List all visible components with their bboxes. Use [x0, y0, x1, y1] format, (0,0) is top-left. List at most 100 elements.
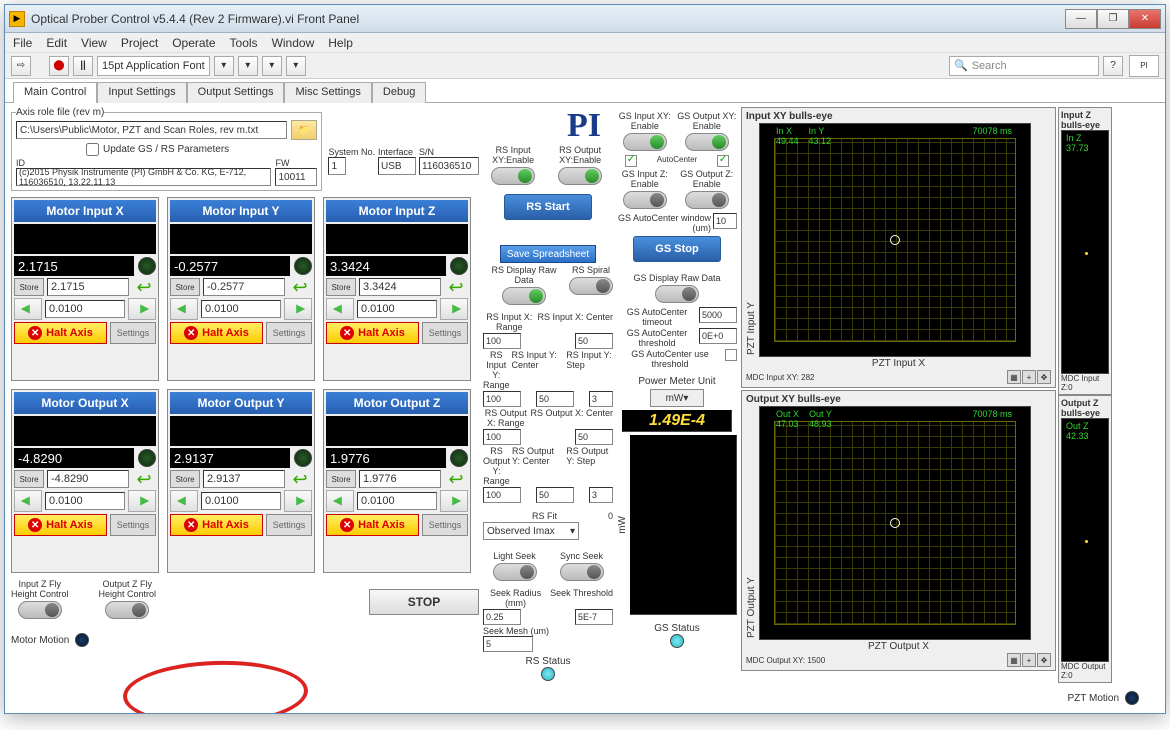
jog-right-button[interactable]: [440, 490, 468, 512]
rs-input-xy-enable[interactable]: [491, 167, 535, 185]
rs-spiral-switch[interactable]: [569, 277, 613, 295]
font-selector[interactable]: 15pt Application Font: [97, 56, 210, 76]
rs-output-xy-enable[interactable]: [558, 167, 602, 185]
menu-view[interactable]: View: [81, 36, 107, 50]
store-button[interactable]: Store: [14, 470, 44, 488]
axis-settings-button[interactable]: Settings: [110, 514, 156, 536]
axis-settings-button[interactable]: Settings: [266, 514, 312, 536]
tab-main[interactable]: Main Control: [13, 82, 97, 103]
go-icon[interactable]: ↩: [288, 278, 312, 296]
pause-button[interactable]: ||: [73, 56, 93, 76]
halt-axis-button[interactable]: ✕Halt Axis: [14, 322, 107, 344]
halt-axis-button[interactable]: ✕Halt Axis: [326, 322, 419, 344]
store-button[interactable]: Store: [170, 278, 200, 296]
search-input[interactable]: 🔍 Search: [949, 56, 1099, 76]
menu-project[interactable]: Project: [121, 36, 158, 50]
jog-left-button[interactable]: [14, 490, 42, 512]
jog-left-button[interactable]: [326, 298, 354, 320]
tab-input[interactable]: Input Settings: [97, 82, 186, 103]
input-xy-chart[interactable]: In X49.44In Y43.12 70078 ms: [759, 123, 1031, 357]
gs-outxy-autocenter[interactable]: [717, 155, 729, 167]
gs-inxy-autocenter[interactable]: [625, 155, 637, 167]
halt-axis-button[interactable]: ✕Halt Axis: [326, 514, 419, 536]
store-button[interactable]: Store: [326, 470, 356, 488]
light-seek-switch[interactable]: [493, 563, 537, 581]
stored-field[interactable]: 2.1715: [47, 278, 129, 296]
step-field[interactable]: 0.0100: [45, 300, 125, 318]
jog-right-button[interactable]: [284, 490, 312, 512]
reorder-button[interactable]: ▾: [286, 56, 306, 76]
step-field[interactable]: 0.0100: [201, 300, 281, 318]
jog-right-button[interactable]: [440, 298, 468, 320]
rs-outx-center[interactable]: 50: [575, 429, 613, 445]
axis-settings-button[interactable]: Settings: [422, 514, 468, 536]
store-button[interactable]: Store: [170, 470, 200, 488]
jog-right-button[interactable]: [284, 298, 312, 320]
go-icon[interactable]: ↩: [288, 470, 312, 488]
power-unit-dropdown[interactable]: mW ▾: [650, 389, 704, 407]
seek-mesh[interactable]: 5: [483, 636, 533, 652]
gs-input-xy-enable[interactable]: [623, 133, 667, 151]
rs-outy-range[interactable]: 100: [483, 487, 521, 503]
sync-seek-switch[interactable]: [560, 563, 604, 581]
axis-file-path[interactable]: C:\Users\Public\Motor, PZT and Scan Role…: [16, 121, 287, 139]
seek-radius[interactable]: 0.25: [483, 609, 521, 625]
rs-inx-center[interactable]: 50: [575, 333, 613, 349]
resize-button[interactable]: ▾: [262, 56, 282, 76]
menu-edit[interactable]: Edit: [46, 36, 67, 50]
rs-inx-range[interactable]: 100: [483, 333, 521, 349]
halt-axis-button[interactable]: ✕Halt Axis: [170, 514, 263, 536]
chart-tool[interactable]: ▦: [1007, 370, 1021, 384]
gs-display-raw-switch[interactable]: [655, 285, 699, 303]
jog-left-button[interactable]: [170, 298, 198, 320]
halt-axis-button[interactable]: ✕Halt Axis: [14, 514, 107, 536]
close-button[interactable]: ✕: [1129, 9, 1161, 29]
rs-outy-center[interactable]: 50: [536, 487, 574, 503]
step-field[interactable]: 0.0100: [357, 492, 437, 510]
menu-help[interactable]: Help: [328, 36, 353, 50]
stored-field[interactable]: -0.2577: [203, 278, 285, 296]
gs-ac-use-threshold[interactable]: [725, 349, 737, 361]
jog-left-button[interactable]: [326, 490, 354, 512]
input-z-chart[interactable]: In Z37.73: [1061, 130, 1109, 374]
rs-iny-range[interactable]: 100: [483, 391, 521, 407]
browse-button[interactable]: 📁: [291, 120, 317, 140]
help-button[interactable]: ?: [1103, 56, 1123, 76]
go-icon[interactable]: ↩: [132, 278, 156, 296]
maximize-button[interactable]: ❐: [1097, 9, 1129, 29]
input-z-fly-switch[interactable]: [18, 601, 62, 619]
update-params-checkbox[interactable]: [86, 143, 99, 156]
stored-field[interactable]: 1.9776: [359, 470, 441, 488]
output-z-fly-switch[interactable]: [105, 601, 149, 619]
icon-pane[interactable]: PI: [1129, 55, 1159, 77]
rs-start-button[interactable]: RS Start: [504, 194, 592, 220]
run-button[interactable]: ⇨: [11, 56, 31, 76]
align-button[interactable]: ▾: [214, 56, 234, 76]
rs-outx-range[interactable]: 100: [483, 429, 521, 445]
gs-input-z-enable[interactable]: [623, 191, 667, 209]
gs-output-z-enable[interactable]: [685, 191, 729, 209]
jog-right-button[interactable]: [128, 490, 156, 512]
stored-field[interactable]: 2.9137: [203, 470, 285, 488]
interface-field[interactable]: USB: [378, 157, 416, 175]
rs-outy-step[interactable]: 3: [589, 487, 613, 503]
gs-autocenter-window[interactable]: 10: [713, 213, 737, 229]
store-button[interactable]: Store: [14, 278, 44, 296]
axis-settings-button[interactable]: Settings: [266, 322, 312, 344]
go-icon[interactable]: ↩: [444, 470, 468, 488]
seek-threshold[interactable]: 5E-7: [575, 609, 613, 625]
jog-left-button[interactable]: [170, 490, 198, 512]
go-icon[interactable]: ↩: [444, 278, 468, 296]
axis-settings-button[interactable]: Settings: [110, 322, 156, 344]
minimize-button[interactable]: —: [1065, 9, 1097, 29]
gs-stop-button[interactable]: GS Stop: [633, 236, 721, 262]
output-xy-chart[interactable]: Out X47.03Out Y48.93 70078 ms: [759, 406, 1031, 640]
jog-left-button[interactable]: [14, 298, 42, 320]
tab-misc[interactable]: Misc Settings: [284, 82, 371, 103]
rs-display-raw-switch[interactable]: [502, 287, 546, 305]
axis-settings-button[interactable]: Settings: [422, 322, 468, 344]
stored-field[interactable]: 3.3424: [359, 278, 441, 296]
menu-operate[interactable]: Operate: [172, 36, 215, 50]
output-z-chart[interactable]: Out Z42.33: [1061, 418, 1109, 662]
abort-button[interactable]: ⬤: [49, 56, 69, 76]
